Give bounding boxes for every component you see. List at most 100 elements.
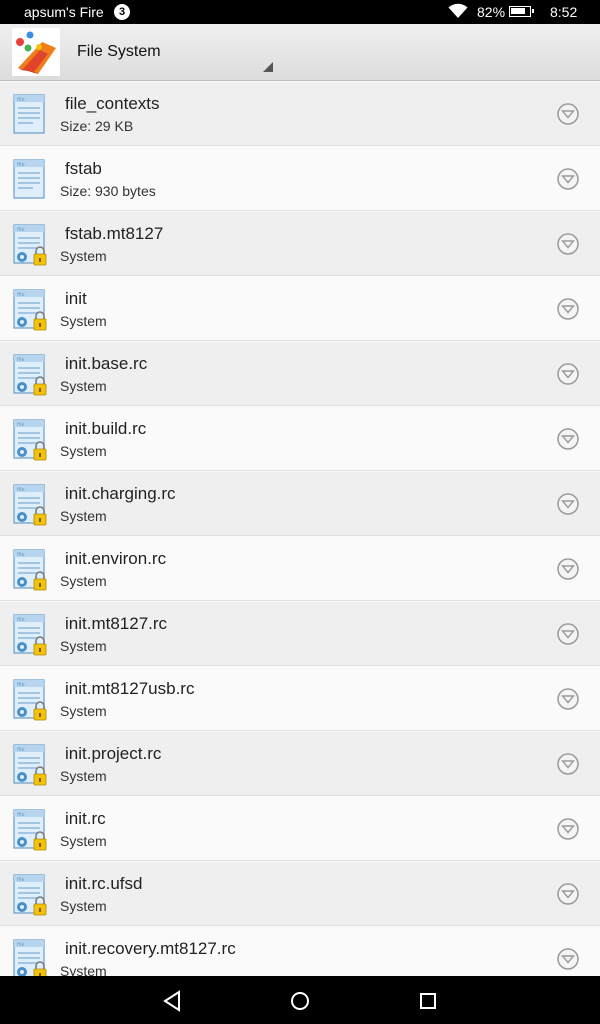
item-menu-chevron-icon[interactable]	[557, 428, 579, 450]
file-detail: System	[60, 898, 107, 914]
file-detail: System	[60, 768, 107, 784]
file-icon-label: file	[17, 422, 25, 428]
file-detail: System	[60, 638, 107, 654]
item-menu-chevron-icon[interactable]	[557, 688, 579, 710]
file-list-item[interactable]: file init.rc System	[0, 797, 600, 861]
system-file-icon: file	[13, 744, 47, 786]
notification-count-badge: 3	[114, 4, 130, 20]
file-name: file_contexts	[65, 94, 160, 113]
file-icon-label: file	[17, 877, 25, 883]
file-detail: Size: 930 bytes	[60, 183, 156, 199]
system-file-icon: file	[13, 224, 47, 266]
system-file-icon: file	[13, 614, 47, 656]
file-icon-label: file	[17, 162, 25, 168]
app-bar: File System	[0, 24, 600, 81]
file-name: init.charging.rc	[65, 484, 176, 503]
home-icon[interactable]	[287, 988, 313, 1014]
file-icon-label: file	[17, 227, 25, 233]
item-menu-chevron-icon[interactable]	[557, 298, 579, 320]
navigation-bar	[0, 976, 600, 1024]
spinner-arrow-icon[interactable]	[263, 62, 273, 72]
system-file-icon: file	[13, 289, 47, 331]
file-name: init.rc.ufsd	[65, 874, 143, 893]
file-list-item[interactable]: file file_contexts Size: 29 KB	[0, 82, 600, 146]
file-detail: System	[60, 378, 107, 394]
item-menu-chevron-icon[interactable]	[557, 883, 579, 905]
item-menu-chevron-icon[interactable]	[557, 558, 579, 580]
file-list-item[interactable]: file init.mt8127usb.rc System	[0, 667, 600, 731]
item-menu-chevron-icon[interactable]	[557, 948, 579, 970]
file-detail: System	[60, 703, 107, 719]
file-icon-label: file	[17, 487, 25, 493]
file-list-item[interactable]: file init.mt8127.rc System	[0, 602, 600, 666]
file-name: init.build.rc	[65, 419, 147, 438]
file-list-item[interactable]: file init.rc.ufsd System	[0, 862, 600, 926]
file-detail: System	[60, 573, 107, 589]
file-icon-label: file	[17, 357, 25, 363]
item-menu-chevron-icon[interactable]	[557, 363, 579, 385]
item-menu-chevron-icon[interactable]	[557, 753, 579, 775]
file-list-item[interactable]: file fstab Size: 930 bytes	[0, 147, 600, 211]
file-icon-label: file	[17, 942, 25, 948]
status-bar: apsum's Fire 3 82% 8:52	[0, 0, 600, 24]
file-icon-label: file	[17, 617, 25, 623]
battery-percent: 82%	[477, 4, 506, 20]
clock: 8:52	[550, 4, 578, 20]
file-name: init.mt8127.rc	[65, 614, 168, 633]
file-list-item[interactable]: file init.charging.rc System	[0, 472, 600, 536]
file-icon-label: file	[17, 747, 25, 753]
file-name: init.rc	[65, 809, 106, 828]
file-list-item[interactable]: file init.base.rc System	[0, 342, 600, 406]
app-logo-icon	[16, 31, 56, 74]
system-file-icon: file	[13, 419, 47, 461]
system-file-icon: file	[13, 549, 47, 591]
back-icon[interactable]	[159, 988, 185, 1014]
device-owner-label: apsum's Fire	[24, 4, 104, 20]
system-file-icon: file	[13, 354, 47, 396]
location-spinner-label[interactable]: File System	[77, 43, 161, 61]
file-icon: file	[13, 159, 47, 201]
file-name: init.environ.rc	[65, 549, 167, 568]
item-menu-chevron-icon[interactable]	[557, 233, 579, 255]
file-list-item[interactable]: file fstab.mt8127 System	[0, 212, 600, 276]
file-list-item[interactable]: file init.environ.rc System	[0, 537, 600, 601]
file-list-item[interactable]: file init.recovery.mt8127.rc System	[0, 927, 600, 976]
file-name: init	[65, 289, 87, 308]
file-detail: System	[60, 963, 107, 976]
file-icon-label: file	[17, 552, 25, 558]
file-detail: System	[60, 248, 107, 264]
file-icon-label: file	[17, 97, 25, 103]
file-name: fstab.mt8127	[65, 224, 164, 243]
item-menu-chevron-icon[interactable]	[557, 103, 579, 125]
battery-icon	[509, 6, 534, 17]
file-icon-label: file	[17, 292, 25, 298]
file-name: fstab	[65, 159, 102, 178]
item-menu-chevron-icon[interactable]	[557, 623, 579, 645]
file-name: init.mt8127usb.rc	[65, 679, 195, 698]
file-detail: Size: 29 KB	[60, 118, 134, 134]
item-menu-chevron-icon[interactable]	[557, 493, 579, 515]
system-file-icon: file	[13, 484, 47, 526]
recents-icon[interactable]	[415, 988, 441, 1014]
file-list-item[interactable]: file init.build.rc System	[0, 407, 600, 471]
wifi-icon	[448, 3, 468, 18]
file-list-item[interactable]: file init.project.rc System	[0, 732, 600, 796]
app-logo[interactable]	[12, 28, 60, 76]
file-icon-label: file	[17, 812, 25, 818]
system-file-icon: file	[13, 809, 47, 851]
system-file-icon: file	[13, 679, 47, 721]
file-name: init.recovery.mt8127.rc	[65, 939, 236, 958]
system-file-icon: file	[13, 874, 47, 916]
file-name: init.base.rc	[65, 354, 148, 373]
file-icon: file	[13, 94, 47, 136]
file-detail: System	[60, 508, 107, 524]
file-detail: System	[60, 833, 107, 849]
system-file-icon: file	[13, 939, 47, 976]
file-detail: System	[60, 313, 107, 329]
file-icon-label: file	[17, 682, 25, 688]
item-menu-chevron-icon[interactable]	[557, 818, 579, 840]
file-list-item[interactable]: file init System	[0, 277, 600, 341]
item-menu-chevron-icon[interactable]	[557, 168, 579, 190]
file-name: init.project.rc	[65, 744, 162, 763]
file-detail: System	[60, 443, 107, 459]
